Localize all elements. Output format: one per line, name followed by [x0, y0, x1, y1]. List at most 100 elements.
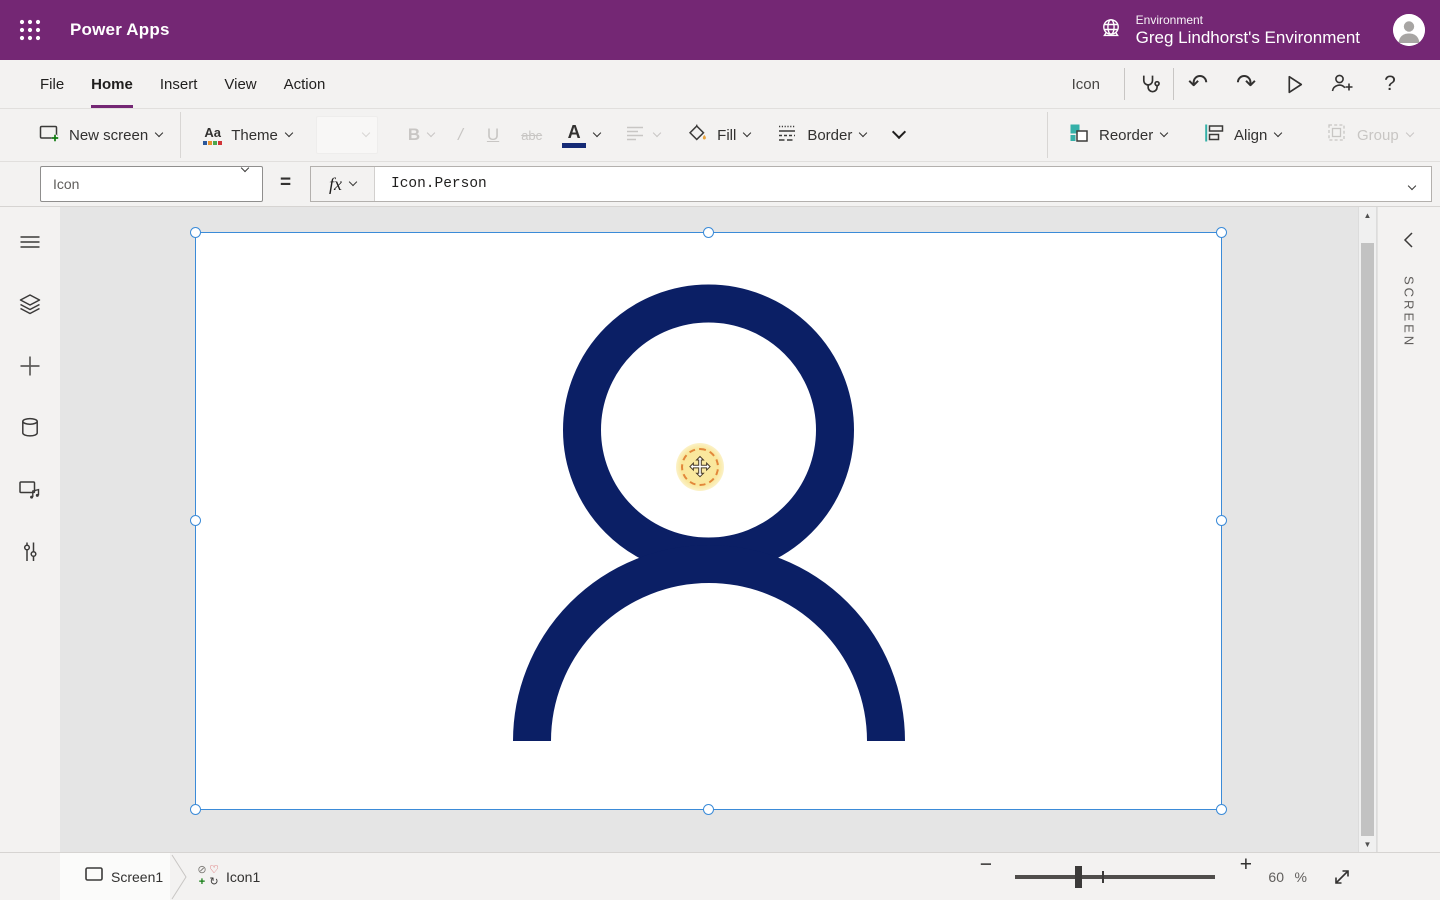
zoom-percentage-value: 60	[1268, 869, 1284, 885]
selected-control-type-label: Icon	[1072, 76, 1100, 93]
group-icon	[1326, 122, 1348, 148]
tab-separator	[170, 854, 190, 905]
fx-label: fx	[329, 174, 342, 195]
menu-tab-view[interactable]: View	[224, 60, 256, 108]
align-button[interactable]: Align	[1203, 122, 1281, 148]
panel-title-screen: SCREEN	[1402, 276, 1417, 348]
app-checker-icon[interactable]	[1125, 60, 1173, 108]
zoom-slider[interactable]	[1015, 853, 1215, 900]
tree-view-layers-icon[interactable]	[17, 291, 43, 317]
zoom-out-button[interactable]: −	[980, 853, 992, 877]
zoom-slider-thumb[interactable]	[1075, 866, 1082, 888]
app-title: Power Apps	[70, 20, 170, 40]
new-screen-icon	[38, 122, 60, 148]
chevron-down-icon	[362, 129, 370, 137]
scroll-down-arrow[interactable]: ▼	[1359, 836, 1376, 852]
waffle-menu-icon[interactable]	[0, 0, 60, 60]
menu-tab-home[interactable]: Home	[91, 60, 133, 108]
redo-icon[interactable]: ↷	[1222, 60, 1270, 108]
reorder-icon	[1068, 122, 1090, 148]
selection-handle-bottom-left[interactable]	[190, 804, 201, 815]
account-avatar[interactable]	[1393, 14, 1425, 46]
selection-handle-top-left[interactable]	[190, 227, 201, 238]
formula-bar: Icon = fx Icon.Person	[0, 162, 1440, 207]
advanced-tools-icon[interactable]	[17, 539, 43, 565]
hamburger-menu-icon[interactable]	[17, 229, 43, 255]
selection-handle-bottom-center[interactable]	[703, 804, 714, 815]
chevron-down-icon	[1405, 129, 1413, 137]
menu-tabs: File Home Insert View Action	[40, 60, 325, 108]
icon1-item[interactable]: ⊘♡ +↻ Icon1	[196, 853, 260, 900]
scrollbar-thumb[interactable]	[1361, 243, 1374, 836]
more-formatting-chevron-icon[interactable]	[892, 125, 906, 139]
expand-panel-chevron-icon[interactable]	[1402, 231, 1416, 254]
border-icon	[776, 122, 798, 148]
font-color-icon: A	[562, 123, 586, 148]
chevron-down-icon	[241, 164, 249, 172]
globe-icon	[1098, 15, 1124, 46]
formula-field: fx Icon.Person	[310, 166, 1432, 202]
properties-panel-collapsed: SCREEN	[1377, 207, 1440, 852]
equals-sign: =	[280, 172, 291, 194]
align-icon	[1203, 122, 1225, 148]
icon-control-glyph: ⊘♡ +↻	[196, 865, 220, 889]
chevron-down-icon	[155, 129, 163, 137]
new-screen-button[interactable]: New screen	[38, 122, 162, 148]
theme-button[interactable]: Aa Theme	[203, 126, 292, 145]
screen-artboard[interactable]	[196, 233, 1221, 809]
bold-button: B	[408, 125, 434, 145]
environment-picker[interactable]: Environment Greg Lindhorst's Environment	[1098, 0, 1360, 60]
help-icon[interactable]: ?	[1366, 60, 1414, 108]
environment-name: Greg Lindhorst's Environment	[1136, 28, 1360, 48]
zoom-in-button[interactable]: +	[1240, 853, 1252, 877]
chevron-down-icon	[653, 129, 661, 137]
selection-handle-top-center[interactable]	[703, 227, 714, 238]
text-align-icon	[624, 122, 646, 148]
selection-handle-top-right[interactable]	[1216, 227, 1227, 238]
selection-handle-middle-right[interactable]	[1216, 515, 1227, 526]
property-dropdown[interactable]: Icon	[40, 166, 263, 202]
screen1-tab[interactable]: Screen1	[60, 853, 170, 900]
fit-to-window-icon[interactable]	[1332, 867, 1352, 892]
zoom-slider-track[interactable]	[1015, 875, 1215, 879]
formula-input[interactable]: Icon.Person	[375, 167, 1431, 201]
selection-handle-middle-left[interactable]	[190, 515, 201, 526]
screen1-tab-label: Screen1	[111, 869, 163, 885]
menu-tab-insert[interactable]: Insert	[160, 60, 198, 108]
media-icon[interactable]	[17, 477, 43, 503]
fx-button[interactable]: fx	[311, 167, 375, 201]
selection-handle-bottom-right[interactable]	[1216, 804, 1227, 815]
chevron-down-icon	[859, 129, 867, 137]
border-label: Border	[807, 127, 852, 144]
data-sources-icon[interactable]	[17, 415, 43, 441]
chevron-down-icon	[285, 129, 293, 137]
reorder-button[interactable]: Reorder	[1068, 122, 1167, 148]
align-label: Align	[1234, 127, 1267, 144]
menu-tab-action[interactable]: Action	[284, 60, 326, 108]
chevron-down-icon	[743, 129, 751, 137]
person-icon-control[interactable]	[196, 233, 1221, 809]
share-person-add-icon[interactable]	[1318, 60, 1366, 108]
font-color-button[interactable]: A	[562, 123, 600, 148]
border-button[interactable]: Border	[776, 122, 866, 148]
menu-tab-file[interactable]: File	[40, 60, 64, 108]
menu-bar: File Home Insert View Action Icon ↶ ↷	[0, 60, 1440, 109]
zoom-percent-sign: %	[1295, 869, 1307, 885]
chevron-down-icon	[1274, 129, 1282, 137]
group-label: Group	[1357, 127, 1399, 144]
move-cursor-highlight	[676, 443, 724, 491]
fill-label: Fill	[717, 127, 736, 144]
environment-label: Environment	[1136, 13, 1360, 27]
scroll-up-arrow[interactable]: ▲	[1359, 207, 1376, 223]
canvas-area[interactable]	[60, 207, 1358, 852]
left-rail	[0, 207, 60, 852]
screen-icon	[84, 865, 104, 888]
undo-icon[interactable]: ↶	[1174, 60, 1222, 108]
canvas-vertical-scrollbar[interactable]: ▲ ▼	[1358, 207, 1377, 852]
fill-button[interactable]: Fill	[686, 122, 750, 148]
chevron-down-icon	[1160, 129, 1168, 137]
preview-play-icon[interactable]	[1270, 60, 1318, 108]
fill-bucket-icon	[686, 122, 708, 148]
reorder-label: Reorder	[1099, 127, 1153, 144]
insert-plus-icon[interactable]	[17, 353, 43, 379]
